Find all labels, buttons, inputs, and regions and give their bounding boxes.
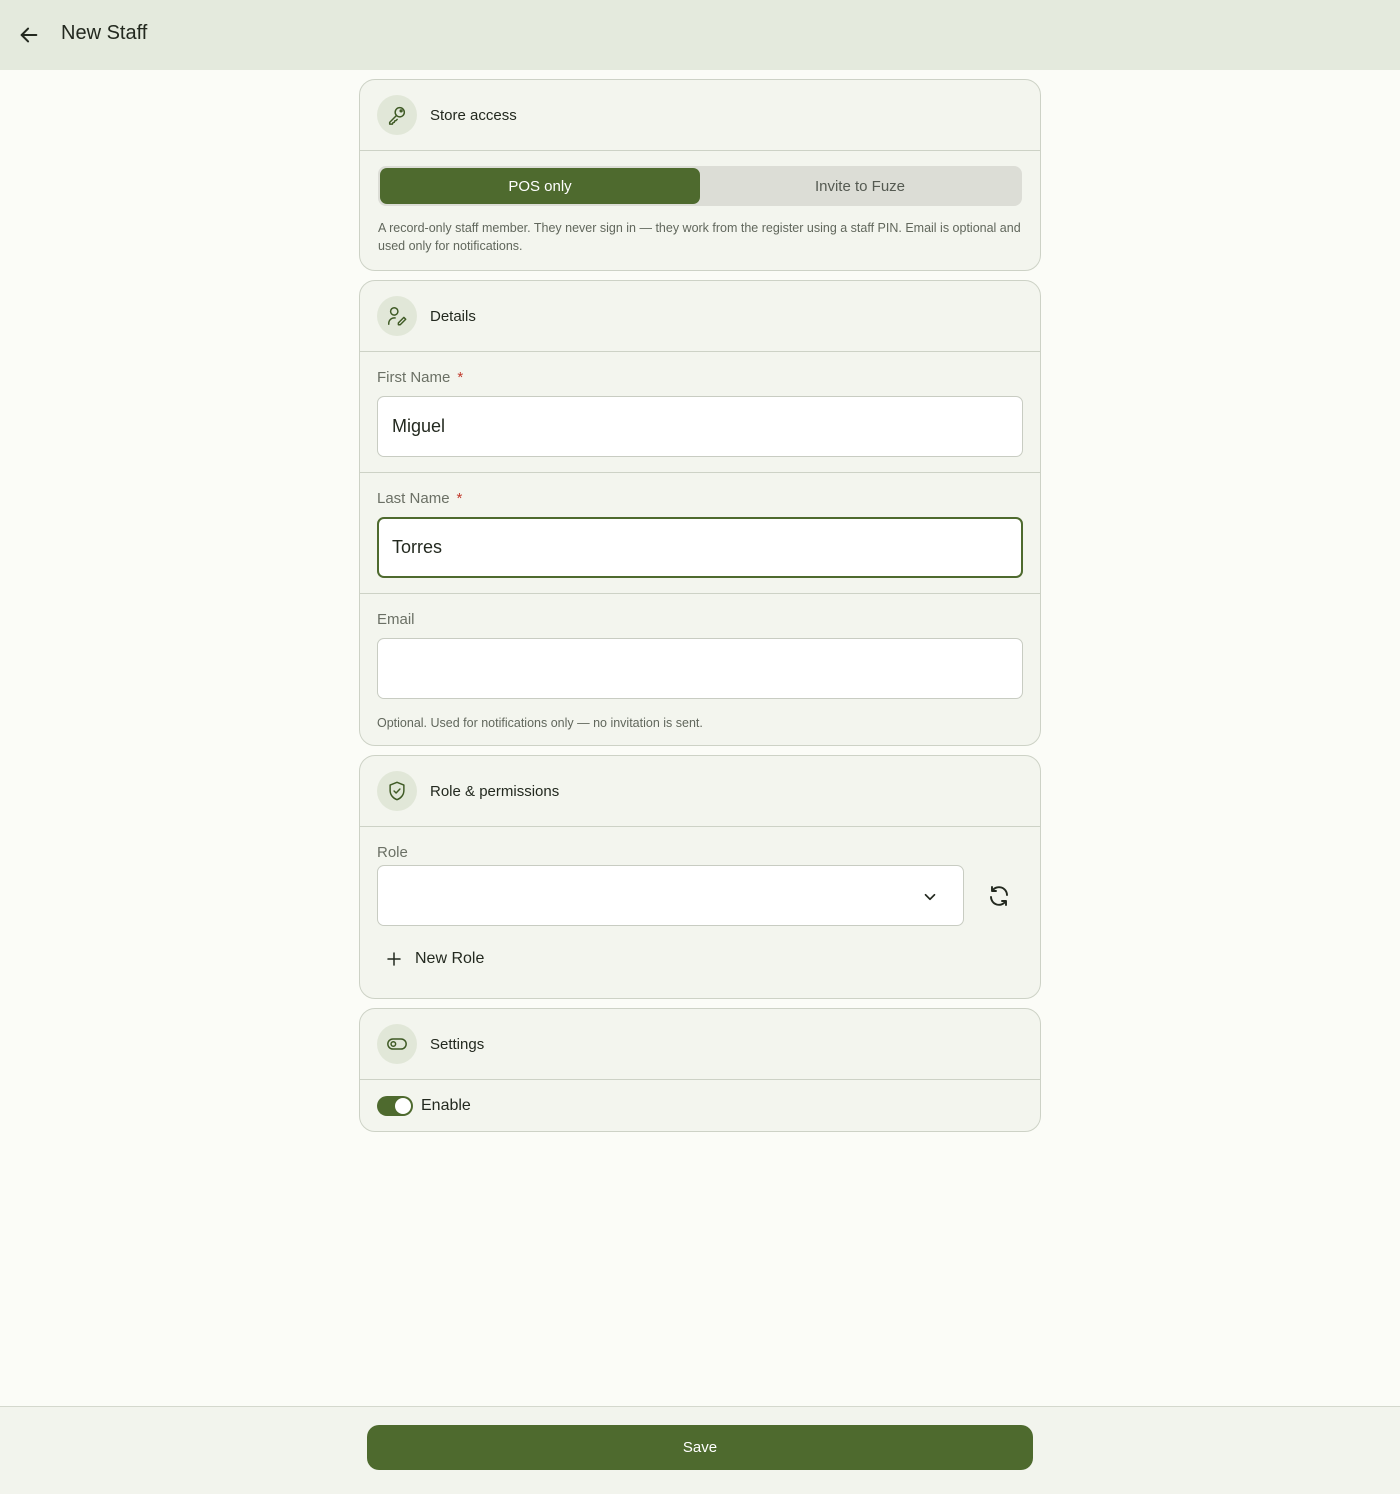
settings-header: Settings [360, 1009, 1040, 1080]
email-help-text: Optional. Used for notifications only — … [377, 716, 703, 730]
store-access-description: A record-only staff member. They never s… [378, 221, 1021, 253]
settings-card: Settings Enable [359, 1008, 1041, 1132]
enable-row: Enable [360, 1080, 1040, 1131]
bottom-action-bar: Save [0, 1406, 1400, 1494]
new-role-label: New Role [415, 950, 485, 967]
invite-to-fuze-option[interactable]: Invite to Fuze [700, 168, 1020, 204]
first-name-input[interactable]: Miguel [377, 396, 1023, 457]
last-name-field-group: Last Name * Torres [360, 473, 1040, 594]
back-button[interactable] [14, 20, 44, 50]
email-input[interactable] [377, 638, 1023, 699]
role-permissions-card: Role & permissions Role New Role [359, 755, 1041, 999]
user-edit-icon [377, 296, 417, 336]
role-label: Role [377, 843, 408, 861]
plus-icon [387, 952, 401, 966]
access-type-segmented-control: POS only Invite to Fuze [378, 166, 1022, 206]
toggle-icon [377, 1024, 417, 1064]
page-title: New Staff [61, 22, 148, 44]
save-button[interactable]: Save [367, 1425, 1033, 1470]
details-header: Details [360, 281, 1040, 352]
required-marker: * [456, 489, 463, 507]
store-access-header: Store access [360, 80, 1040, 151]
refresh-roles-button[interactable] [986, 883, 1012, 909]
details-title: Details [430, 307, 476, 325]
enable-toggle[interactable] [377, 1095, 413, 1116]
details-card: Details First Name * Miguel Last Name * … [359, 280, 1041, 746]
first-name-label: First Name [377, 368, 451, 386]
top-app-bar: New Staff [0, 0, 1400, 70]
role-field-group: Role New Role [360, 827, 1040, 998]
toggle-knob [395, 1097, 411, 1114]
last-name-input[interactable]: Torres [377, 517, 1023, 578]
first-name-field-group: First Name * Miguel [360, 352, 1040, 473]
email-label: Email [377, 610, 415, 628]
arrow-left-icon [20, 27, 38, 43]
role-permissions-title: Role & permissions [430, 782, 560, 800]
last-name-label: Last Name [377, 489, 450, 507]
store-access-title: Store access [430, 106, 517, 124]
email-field-group: Email Optional. Used for notifications o… [360, 594, 1040, 745]
shield-check-icon [377, 771, 417, 811]
refresh-icon [990, 885, 1008, 906]
new-role-button[interactable]: New Role [385, 948, 1022, 970]
role-permissions-header: Role & permissions [360, 756, 1040, 827]
settings-title: Settings [430, 1035, 485, 1053]
role-select[interactable] [377, 865, 964, 926]
key-icon [377, 95, 417, 135]
pos-only-option[interactable]: POS only [380, 168, 700, 204]
store-access-card: Store access POS only Invite to Fuze A r… [359, 79, 1041, 271]
form-content: Store access POS only Invite to Fuze A r… [359, 79, 1041, 1141]
enable-label: Enable [421, 1096, 471, 1114]
chevron-down-icon [924, 893, 936, 901]
required-marker: * [457, 368, 464, 386]
